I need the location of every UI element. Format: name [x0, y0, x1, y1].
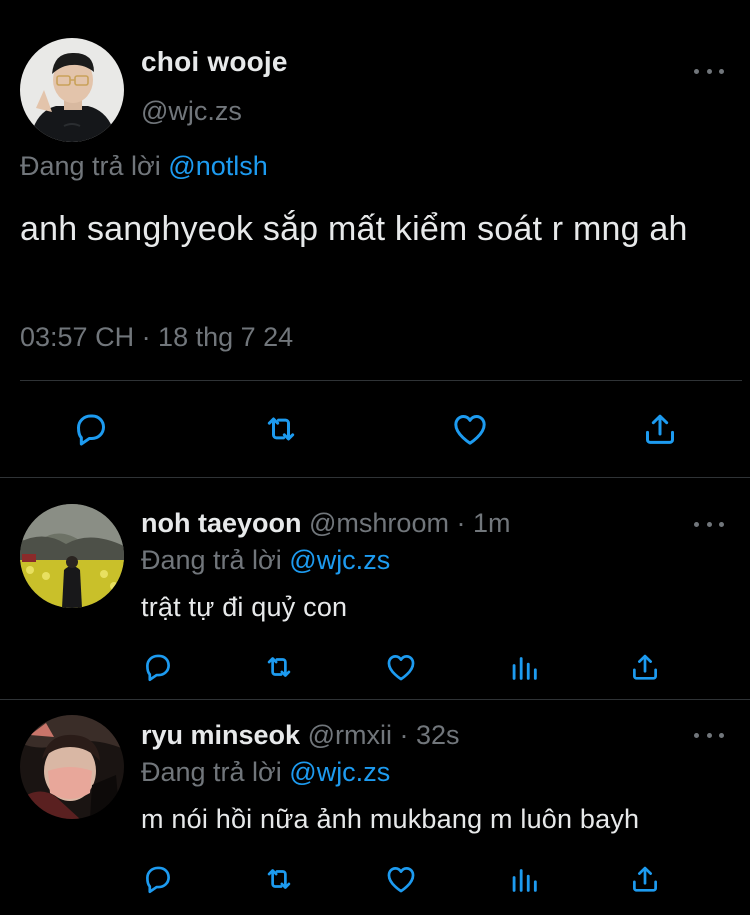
replying-to-line: Đang trả lời @notlsh: [20, 151, 268, 182]
reply-button[interactable]: [140, 649, 176, 685]
retweet-icon: [267, 657, 291, 677]
replying-to-mention[interactable]: @wjc.zs: [289, 757, 390, 787]
reply-tweet[interactable]: ryu minseok @rmxii · 32s Đang trả lời @w…: [0, 700, 750, 915]
reply-tweet[interactable]: noh taeyoon @mshroom · 1m Đang trả lời @…: [0, 478, 750, 698]
reply-time[interactable]: 32s: [416, 720, 460, 750]
replying-prefix: Đang trả lời: [141, 757, 282, 787]
heart-icon: [387, 867, 415, 893]
like-button[interactable]: [449, 408, 491, 450]
reply-author-handle[interactable]: @rmxii: [308, 720, 392, 750]
like-button[interactable]: [383, 649, 419, 685]
separator-dot: ·: [399, 720, 409, 750]
retweet-button[interactable]: [259, 649, 299, 685]
tweet-timestamp[interactable]: 03:57 CH · 18 thg 7 24: [20, 322, 293, 353]
more-icon: [694, 521, 699, 527]
heart-icon: [454, 415, 486, 445]
reply-time[interactable]: 1m: [473, 508, 511, 538]
reply-text: trật tự đi quỷ con: [141, 592, 348, 622]
reply-author-name[interactable]: noh taeyoon: [141, 508, 302, 538]
retweet-icon: [267, 417, 295, 441]
retweet-button[interactable]: [258, 408, 304, 450]
reply-text: m nói hồi nữa ảnh mukbang m luôn bayh: [141, 804, 640, 834]
reply-button[interactable]: [70, 408, 112, 450]
replying-to-line: Đang trả lời @wjc.zs: [141, 757, 390, 788]
retweet-button[interactable]: [259, 861, 299, 897]
more-icon: [694, 68, 699, 74]
share-button[interactable]: [627, 861, 663, 897]
share-icon: [646, 414, 674, 444]
comment-icon: [146, 654, 170, 682]
replying-to-line: Đang trả lời @wjc.zs: [141, 545, 390, 576]
replying-prefix: Đang trả lời: [141, 545, 282, 575]
views-icon: [512, 657, 537, 680]
share-icon: [633, 866, 657, 892]
reply-author-avatar[interactable]: [20, 504, 124, 608]
separator-dot: ·: [456, 508, 466, 538]
views-button[interactable]: [506, 649, 542, 685]
reply-author-name[interactable]: ryu minseok: [141, 720, 300, 750]
replying-to-mention[interactable]: @wjc.zs: [289, 545, 390, 575]
comment-icon: [77, 414, 105, 446]
tweet-thread: choi wooje @wjc.zs Đang trả lời @notlsh …: [0, 0, 750, 915]
reply-button[interactable]: [140, 861, 176, 897]
main-author-name[interactable]: choi wooje: [141, 46, 288, 78]
share-icon: [633, 654, 657, 680]
views-icon: [512, 869, 537, 892]
divider: [20, 380, 742, 381]
main-author-handle[interactable]: @wjc.zs: [141, 96, 242, 127]
retweet-icon: [267, 869, 291, 889]
more-options-button[interactable]: [694, 514, 724, 534]
main-tweet-text: anh sanghyeok sắp mất kiểm soát r mng ah: [20, 210, 688, 248]
main-action-bar: [0, 404, 750, 454]
reply-author-handle[interactable]: @mshroom: [309, 508, 449, 538]
replying-prefix: Đang trả lời: [20, 151, 161, 181]
reply-author-avatar[interactable]: [20, 715, 124, 819]
more-icon: [694, 732, 699, 738]
more-options-button[interactable]: [694, 61, 724, 81]
heart-icon: [387, 655, 415, 681]
reply-header: ryu minseok @rmxii · 32s: [141, 720, 460, 751]
reply-header: noh taeyoon @mshroom · 1m: [141, 508, 511, 539]
views-button[interactable]: [506, 861, 542, 897]
share-button[interactable]: [639, 408, 681, 450]
more-options-button[interactable]: [694, 725, 724, 745]
share-button[interactable]: [627, 649, 663, 685]
comment-icon: [146, 866, 170, 894]
main-author-avatar[interactable]: [20, 38, 124, 142]
main-tweet: choi wooje @wjc.zs Đang trả lời @notlsh …: [0, 0, 750, 478]
replying-to-mention[interactable]: @notlsh: [168, 151, 267, 181]
like-button[interactable]: [383, 861, 419, 897]
